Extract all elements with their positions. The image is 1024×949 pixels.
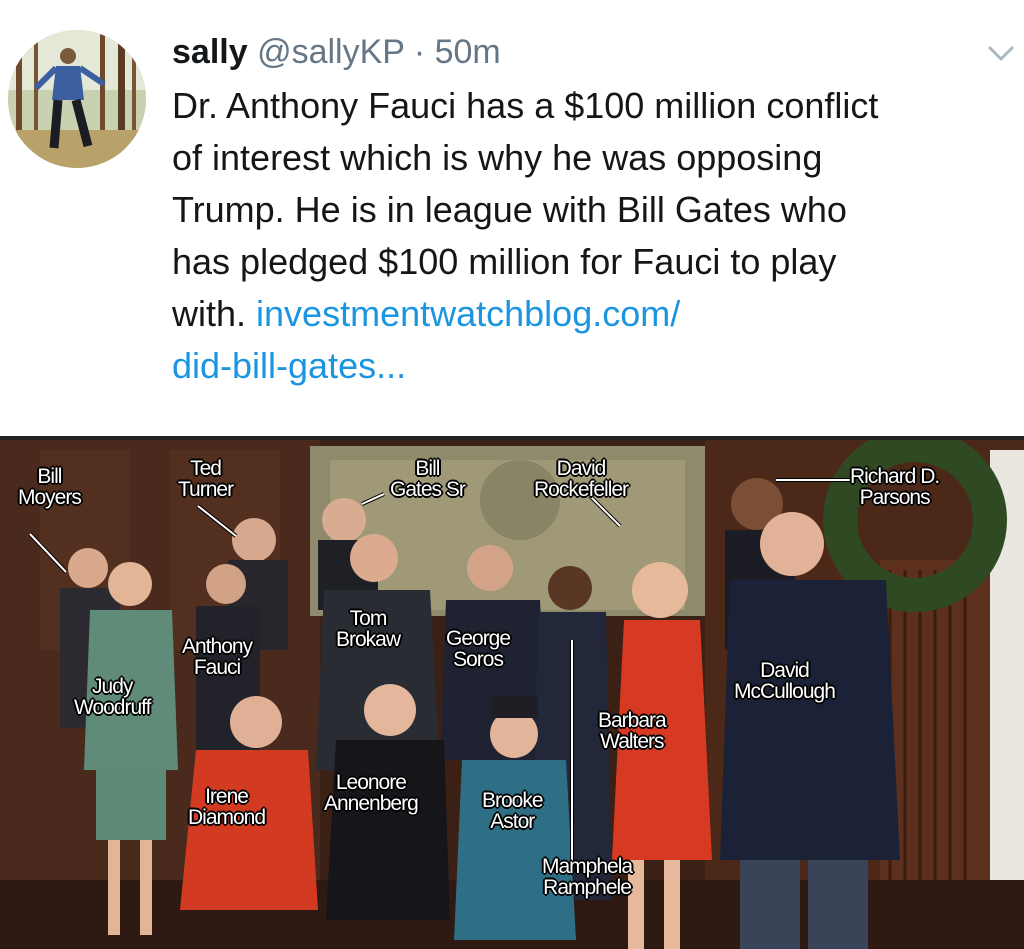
separator-dot: · xyxy=(413,33,426,71)
chevron-down-icon[interactable] xyxy=(984,38,1018,68)
tweet-text-line: Trump. He is in league with Bill Gates w… xyxy=(172,189,847,230)
label-barbara-walters: Barbara Walters xyxy=(598,709,667,753)
tweet-text-line: has pledged $100 million for Fauci to pl… xyxy=(172,241,837,282)
tweet-link-continued[interactable]: did-bill-gates... xyxy=(172,340,1012,392)
timestamp[interactable]: 50m xyxy=(435,33,501,71)
label-ted-turner: Ted Turner xyxy=(178,457,234,501)
label-tom-brokaw: Tom Brokaw xyxy=(336,607,401,651)
tweet[interactable]: sally @sallyKP · 50m Dr. Anthony Fauci h… xyxy=(0,0,1024,436)
label-irene-diamond: Irene Diamond xyxy=(188,785,266,829)
tweet-text-line: Dr. Anthony Fauci has a $100 million con… xyxy=(172,85,879,126)
tweet-text-line: with. investmentwatchblog.com/ xyxy=(172,288,1012,340)
label-pointers xyxy=(28,478,850,870)
avatar-image xyxy=(8,30,146,168)
label-david-rockefeller: David Rockefeller xyxy=(534,457,629,501)
user-handle[interactable]: @sallyKP xyxy=(257,33,404,71)
tweet-text-line: of interest which is why he was opposing xyxy=(172,137,823,178)
label-david-mccullough: David McCullough xyxy=(734,659,836,703)
display-name[interactable]: sally xyxy=(172,33,248,71)
label-anthony-fauci: Anthony Fauci xyxy=(182,635,253,679)
label-bill-moyers: Bill Moyers xyxy=(18,465,82,509)
label-judy-woodruff: Judy Woodruff xyxy=(74,675,151,719)
label-leonore-annenberg: Leonore Annenberg xyxy=(324,771,419,815)
label-richard-parsons: Richard D. Parsons xyxy=(850,465,940,509)
label-mamphela-ramphele: Mamphela Ramphele xyxy=(542,855,633,899)
tweet-text-fragment: with. xyxy=(172,293,257,334)
label-george-soros: George Soros xyxy=(446,627,511,671)
tweet-header: sally @sallyKP · 50m xyxy=(172,32,501,72)
label-brooke-astor: Brooke Astor xyxy=(482,789,544,833)
tweet-link[interactable]: investmentwatchblog.com/ xyxy=(256,293,680,334)
label-bill-gates-sr: Bill Gates Sr xyxy=(390,457,466,501)
tweet-text: Dr. Anthony Fauci has a $100 million con… xyxy=(172,80,1012,392)
avatar[interactable] xyxy=(8,30,146,168)
tweet-photo[interactable]: Bill Moyers Ted Turner Bill Gates Sr David R… xyxy=(0,436,1024,949)
